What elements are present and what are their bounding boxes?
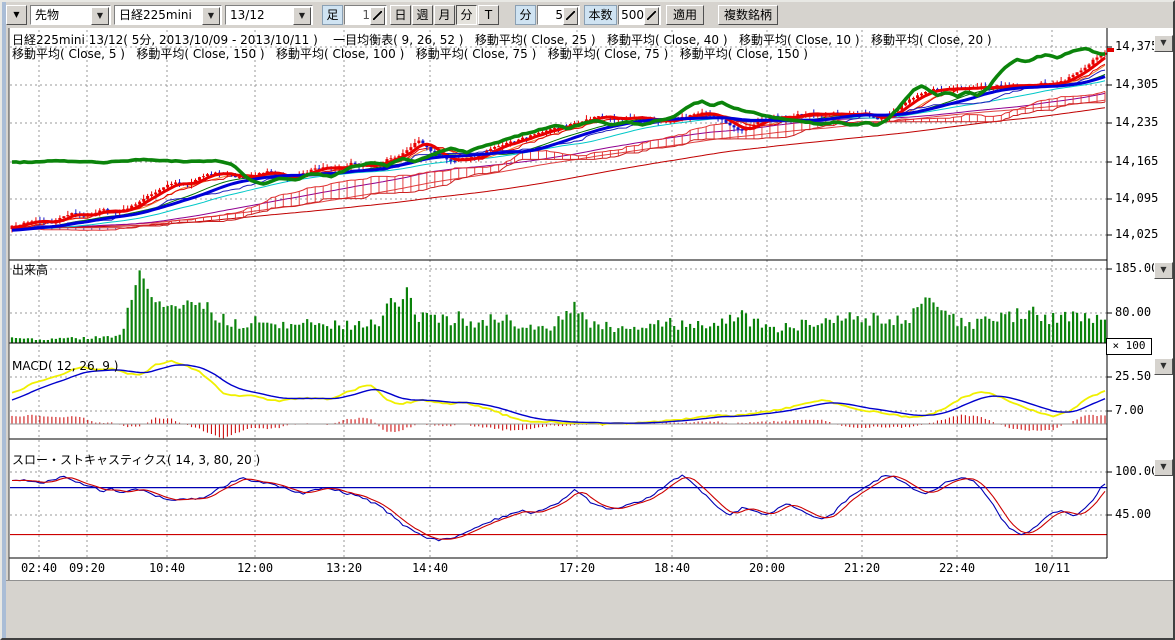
y-axis-tick: 14,025 — [1115, 227, 1158, 241]
time-axis-tick: 10/11 — [1034, 561, 1070, 575]
y-axis-tick: 14,375 — [1115, 39, 1158, 53]
y-axis-tick: 25.50 — [1115, 369, 1151, 383]
volume-multiplier-badge: × 100 — [1106, 338, 1152, 355]
macd-pane-label: MACD( 12, 26, 9 ) — [12, 359, 118, 373]
macd-pane-scroll-down-button[interactable]: ▼ — [1154, 358, 1173, 375]
y-axis-tick: 14,165 — [1115, 154, 1158, 168]
y-axis-tick: 7.00 — [1115, 403, 1144, 417]
y-axis-tick: 14,095 — [1115, 191, 1158, 205]
y-axis-tick: 14,235 — [1115, 115, 1158, 129]
indicator-header-line2: 移動平均( Close, 5 ) 移動平均( Close, 150 ) 移動平均… — [12, 45, 808, 62]
time-axis-tick: 22:40 — [939, 561, 975, 575]
time-axis-tick: 17:20 — [559, 561, 595, 575]
time-axis-tick: 02:40 — [21, 561, 57, 575]
y-axis-tick: 80.00 — [1115, 305, 1151, 319]
price-pane-scroll-down-button[interactable]: ▼ — [1154, 35, 1173, 52]
status-area — [6, 580, 1175, 639]
y-axis-tick: 14,305 — [1115, 77, 1158, 91]
time-axis-tick: 20:00 — [749, 561, 785, 575]
volume-pane-scroll-down-button[interactable]: ▼ — [1154, 262, 1173, 279]
y-axis-tick: 185.00 — [1115, 261, 1158, 275]
stoch-pane-scroll-down-button[interactable]: ▼ — [1154, 459, 1173, 476]
time-axis-tick: 09:20 — [69, 561, 105, 575]
time-axis-tick: 14:40 — [412, 561, 448, 575]
time-axis-tick: 21:20 — [844, 561, 880, 575]
chart-application-window: ▼ 先物 ▼ 日経225mini ▼ 13/12 ▼ 足 1 日 週 月 分 T… — [0, 0, 1175, 640]
stoch-pane-label: スロー・ストキャスティクス( 14, 3, 80, 20 ) — [12, 451, 260, 468]
time-axis-tick: 10:40 — [149, 561, 185, 575]
time-axis-tick: 18:40 — [654, 561, 690, 575]
time-axis-tick: 13:20 — [326, 561, 362, 575]
volume-pane-label: 出来高 — [12, 261, 48, 278]
chart-graphics — [2, 2, 1175, 640]
y-axis-tick: 45.00 — [1115, 507, 1151, 521]
y-axis-tick: 100.00 — [1115, 464, 1158, 478]
time-axis-tick: 12:00 — [237, 561, 273, 575]
